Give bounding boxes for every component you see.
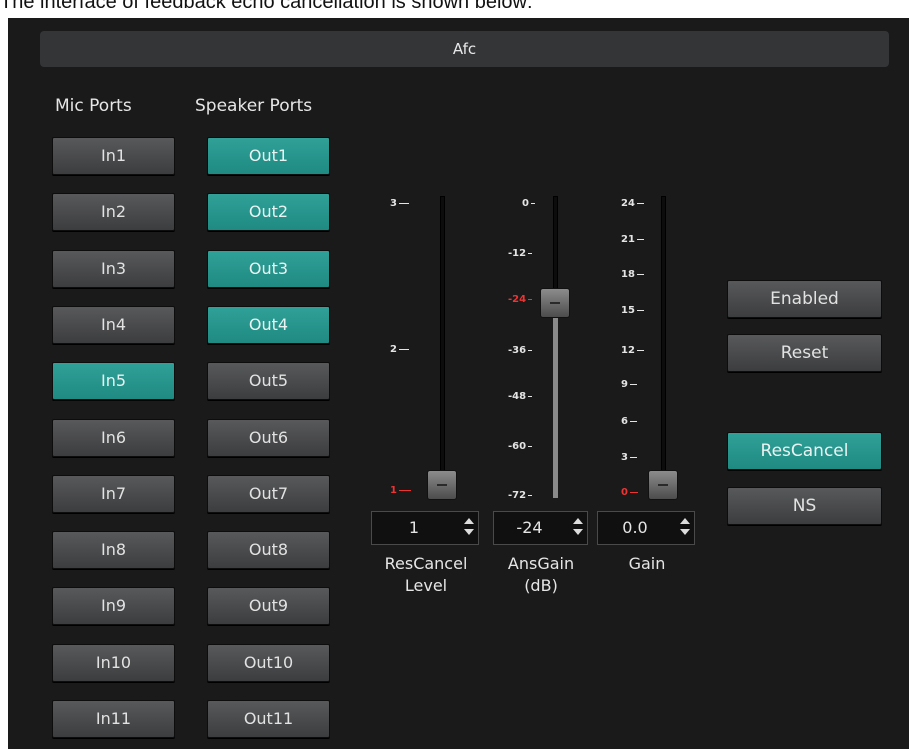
spin-arrows-icon[interactable] bbox=[572, 518, 584, 540]
gain-label: Gain bbox=[598, 553, 696, 575]
gain-tick: 24 bbox=[621, 198, 644, 209]
gain-tick: 21 bbox=[621, 234, 644, 245]
ansgain-tick: -48 bbox=[508, 391, 533, 402]
rescancel-label-line1: ResCancel bbox=[384, 554, 468, 573]
rescancel-handle[interactable] bbox=[427, 470, 457, 500]
speaker-port-button-out10[interactable]: Out10 bbox=[207, 644, 330, 682]
ansgain-tick: 0 bbox=[522, 198, 535, 209]
enabled-button[interactable]: Enabled bbox=[727, 280, 882, 318]
speaker-port-button-out11[interactable]: Out11 bbox=[207, 700, 330, 738]
gain-value[interactable]: 0.0 bbox=[598, 512, 672, 544]
ansgain-tick: -12 bbox=[508, 248, 533, 259]
page-caption: The interface of feedback echo cancellat… bbox=[0, 0, 533, 13]
speaker-port-button-out2[interactable]: Out2 bbox=[207, 193, 330, 231]
gain-tick: 18 bbox=[621, 269, 644, 280]
mic-port-button-in7[interactable]: In7 bbox=[52, 475, 175, 513]
ansgain-tick-current: -24 bbox=[508, 294, 533, 305]
speaker-port-button-out8[interactable]: Out8 bbox=[207, 531, 330, 569]
ansgain-fill bbox=[553, 308, 558, 498]
ansgain-label: AnsGain (dB) bbox=[494, 553, 588, 597]
afc-panel: Afc Mic Ports Speaker Ports In1 In2 In3 In4… bbox=[8, 18, 909, 749]
gain-tick: 12 bbox=[621, 345, 644, 356]
ansgain-label-line2: (dB) bbox=[524, 576, 558, 595]
rescancel-level-value[interactable]: 1 bbox=[372, 512, 456, 544]
gain-tick: 15 bbox=[621, 305, 644, 316]
gain-tick: 9 bbox=[621, 379, 637, 390]
rescancel-level-label: ResCancel Level bbox=[373, 553, 479, 597]
gain-handle[interactable] bbox=[648, 470, 678, 500]
ansgain-handle[interactable] bbox=[540, 288, 570, 318]
gain-tick: 6 bbox=[621, 416, 637, 427]
ns-toggle-button[interactable]: NS bbox=[727, 487, 882, 525]
gain-tick: 3 bbox=[621, 452, 637, 463]
mic-port-button-in9[interactable]: In9 bbox=[52, 587, 175, 625]
mic-port-button-in1[interactable]: In1 bbox=[52, 137, 175, 175]
ansgain-tick: -72 bbox=[508, 490, 533, 501]
rescancel-toggle-button[interactable]: ResCancel bbox=[727, 432, 882, 470]
gain-spinbox[interactable]: 0.0 bbox=[597, 511, 695, 545]
ansgain-tick: -60 bbox=[508, 441, 533, 452]
panel-title: Afc bbox=[40, 31, 889, 67]
speaker-port-button-out9[interactable]: Out9 bbox=[207, 587, 330, 625]
ansgain-tick: -36 bbox=[508, 345, 533, 356]
gain-track[interactable] bbox=[661, 196, 666, 496]
speaker-ports-header: Speaker Ports bbox=[195, 96, 313, 116]
mic-port-button-in6[interactable]: In6 bbox=[52, 419, 175, 457]
speaker-port-button-out6[interactable]: Out6 bbox=[207, 419, 330, 457]
mic-port-button-in5[interactable]: In5 bbox=[52, 362, 175, 400]
reset-button[interactable]: Reset bbox=[727, 334, 882, 372]
rescancel-label-line2: Level bbox=[404, 576, 448, 595]
rescancel-tick-current: 1 bbox=[390, 485, 411, 496]
speaker-port-button-out3[interactable]: Out3 bbox=[207, 250, 330, 288]
ansgain-label-line1: AnsGain bbox=[507, 554, 575, 573]
ansgain-spinbox[interactable]: -24 bbox=[493, 511, 588, 545]
mic-port-button-in8[interactable]: In8 bbox=[52, 531, 175, 569]
speaker-port-button-out7[interactable]: Out7 bbox=[207, 475, 330, 513]
mic-port-button-in2[interactable]: In2 bbox=[52, 193, 175, 231]
rescancel-level-spinbox[interactable]: 1 bbox=[371, 511, 479, 545]
rescancel-track[interactable] bbox=[440, 196, 445, 496]
spin-arrows-icon[interactable] bbox=[679, 518, 691, 540]
mic-port-button-in11[interactable]: In11 bbox=[52, 700, 175, 738]
speaker-port-button-out5[interactable]: Out5 bbox=[207, 362, 330, 400]
speaker-port-button-out4[interactable]: Out4 bbox=[207, 306, 330, 344]
rescancel-tick: 2 bbox=[390, 344, 409, 355]
mic-port-button-in3[interactable]: In3 bbox=[52, 250, 175, 288]
ansgain-value[interactable]: -24 bbox=[494, 512, 565, 544]
mic-ports-header: Mic Ports bbox=[55, 96, 132, 116]
mic-port-button-in4[interactable]: In4 bbox=[52, 306, 175, 344]
gain-tick-current: 0 bbox=[621, 487, 638, 498]
gain-label-line1: Gain bbox=[628, 554, 666, 573]
rescancel-tick: 3 bbox=[390, 198, 409, 209]
spin-arrows-icon[interactable] bbox=[463, 518, 475, 540]
speaker-port-button-out1[interactable]: Out1 bbox=[207, 137, 330, 175]
mic-port-button-in10[interactable]: In10 bbox=[52, 644, 175, 682]
